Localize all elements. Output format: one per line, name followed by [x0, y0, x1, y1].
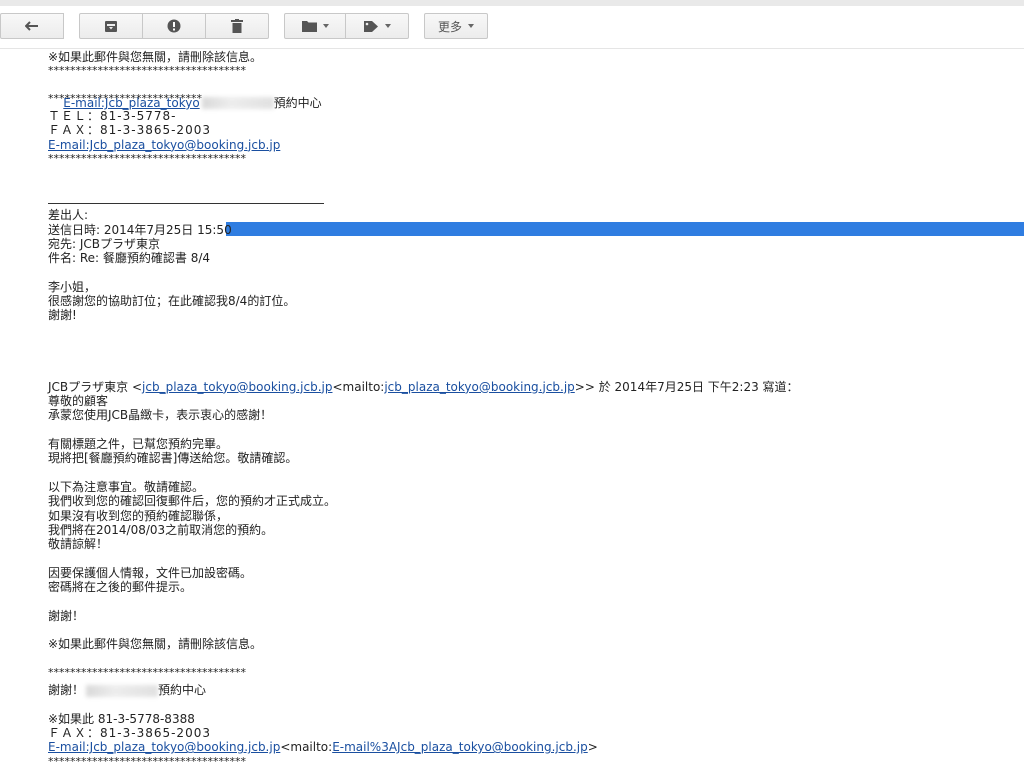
chevron-down-icon	[384, 24, 391, 28]
chevron-down-icon	[322, 24, 329, 28]
tag-icon	[363, 20, 379, 33]
signature-email-link[interactable]: E-mail:Jcb_plaza_tokyo@booking.jcb.jp	[48, 138, 280, 152]
signature-line: 謝謝！ 預約中心	[48, 683, 207, 698]
signature-fax: ＦＡＸ：81-3-3865-2003	[48, 123, 211, 138]
original-sender-line: JCBプラザ東京 <jcb_plaza_tokyo@booking.jcb.jp…	[48, 379, 799, 394]
labels-button[interactable]	[346, 13, 409, 39]
signature-email: E-mail:Jcb_plaza_tokyo@booking.jcb.jp	[48, 138, 1008, 152]
body-line: 我們將在2014/08/03之前取消您的預約。	[48, 522, 274, 537]
reply-greeting: 李小姐，	[48, 279, 97, 294]
more-label: 更多	[437, 19, 462, 34]
redacted-text	[201, 97, 274, 110]
report-spam-icon	[167, 19, 181, 33]
signature-email-link[interactable]: E-mail:Jcb_plaza_tokyo@booking.jcb.jp	[48, 740, 280, 754]
report-spam-button[interactable]	[143, 13, 206, 39]
delete-button[interactable]	[206, 13, 269, 39]
center-name: 預約中心	[273, 95, 322, 110]
reply-body: 很感謝您的協助訂位；在此確認我8/4的訂位。	[48, 294, 296, 309]
signature-tel: ＴＥＬ：81-3-5778-	[48, 109, 177, 124]
sender-mailto-link[interactable]: jcb_plaza_tokyo@booking.jcb.jp	[384, 380, 574, 394]
trash-icon	[231, 19, 243, 33]
redacted-text	[86, 684, 159, 697]
signature-mailto-link[interactable]: E-mail%3AJcb_plaza_tokyo@booking.jcb.jp	[332, 740, 588, 754]
chevron-down-icon	[468, 24, 474, 28]
archive-button[interactable]	[79, 13, 143, 39]
more-button[interactable]: 更多	[424, 13, 488, 39]
header-to: 宛先: JCBプラザ東京	[48, 236, 161, 251]
body-line: 有關標題之件，已幫您預約完畢。	[48, 437, 229, 452]
body-line: 因要保護個人情報，文件已加設密碼。	[48, 565, 253, 580]
body-line: 敬請諒解！	[48, 537, 109, 552]
mail-toolbar: 更多	[0, 6, 1024, 49]
body-line: 以下為注意事宜。敬請確認。	[48, 479, 205, 494]
signature-fax: ＦＡＸ：81-3-3865-2003	[48, 725, 211, 740]
header-subject: 件名: Re: 餐廳預約確認書 8/4	[48, 251, 211, 266]
back-button[interactable]	[0, 13, 64, 39]
folder-icon	[301, 20, 317, 32]
signature-tel: ※如果此 81-3-5778-8388	[48, 711, 195, 726]
header-from: 差出人:	[48, 208, 89, 223]
body-line: 如果沒有收到您的預約確認聯係，	[48, 508, 229, 523]
body-line: 現將把[餐廳預約確認書]傳送給您。敬請確認。	[48, 451, 298, 466]
reply-thanks: 謝謝!	[48, 308, 77, 323]
disclaimer-text: ※如果此郵件與您無關，請刪除該信息。	[48, 50, 263, 64]
archive-icon	[104, 20, 118, 33]
disclaimer-text: ※如果此郵件與您無關，請刪除該信息。	[48, 637, 263, 652]
message-body: ※如果此郵件與您無關，請刪除該信息。 *********************…	[48, 50, 1008, 769]
divider-stars: ************************************	[48, 152, 246, 166]
body-line: 密碼將在之後的郵件提示。	[48, 579, 193, 594]
signature-email-line: E-mail:Jcb_plaza_tokyo@booking.jcb.jp<ma…	[48, 740, 598, 755]
divider-stars: ****************************	[48, 91, 202, 105]
body-line: 我們收到您的確認回復郵件后，您的預約才正式成立。	[48, 494, 337, 509]
body-line: 謝謝！	[48, 608, 85, 623]
reply-arrow-icon	[25, 21, 39, 31]
body-line: 尊敬的顧客	[48, 394, 109, 409]
sender-email-link[interactable]: jcb_plaza_tokyo@booking.jcb.jp	[142, 380, 332, 394]
header-sent: 送信日時: 2014年7月25日 15:50	[48, 222, 232, 237]
divider-stars: ************************************	[48, 64, 246, 78]
move-to-button[interactable]	[284, 13, 346, 39]
divider-stars: ************************************	[48, 665, 246, 679]
body-line: 承蒙您使用JCB晶緻卡，表示衷心的感謝！	[48, 408, 273, 423]
